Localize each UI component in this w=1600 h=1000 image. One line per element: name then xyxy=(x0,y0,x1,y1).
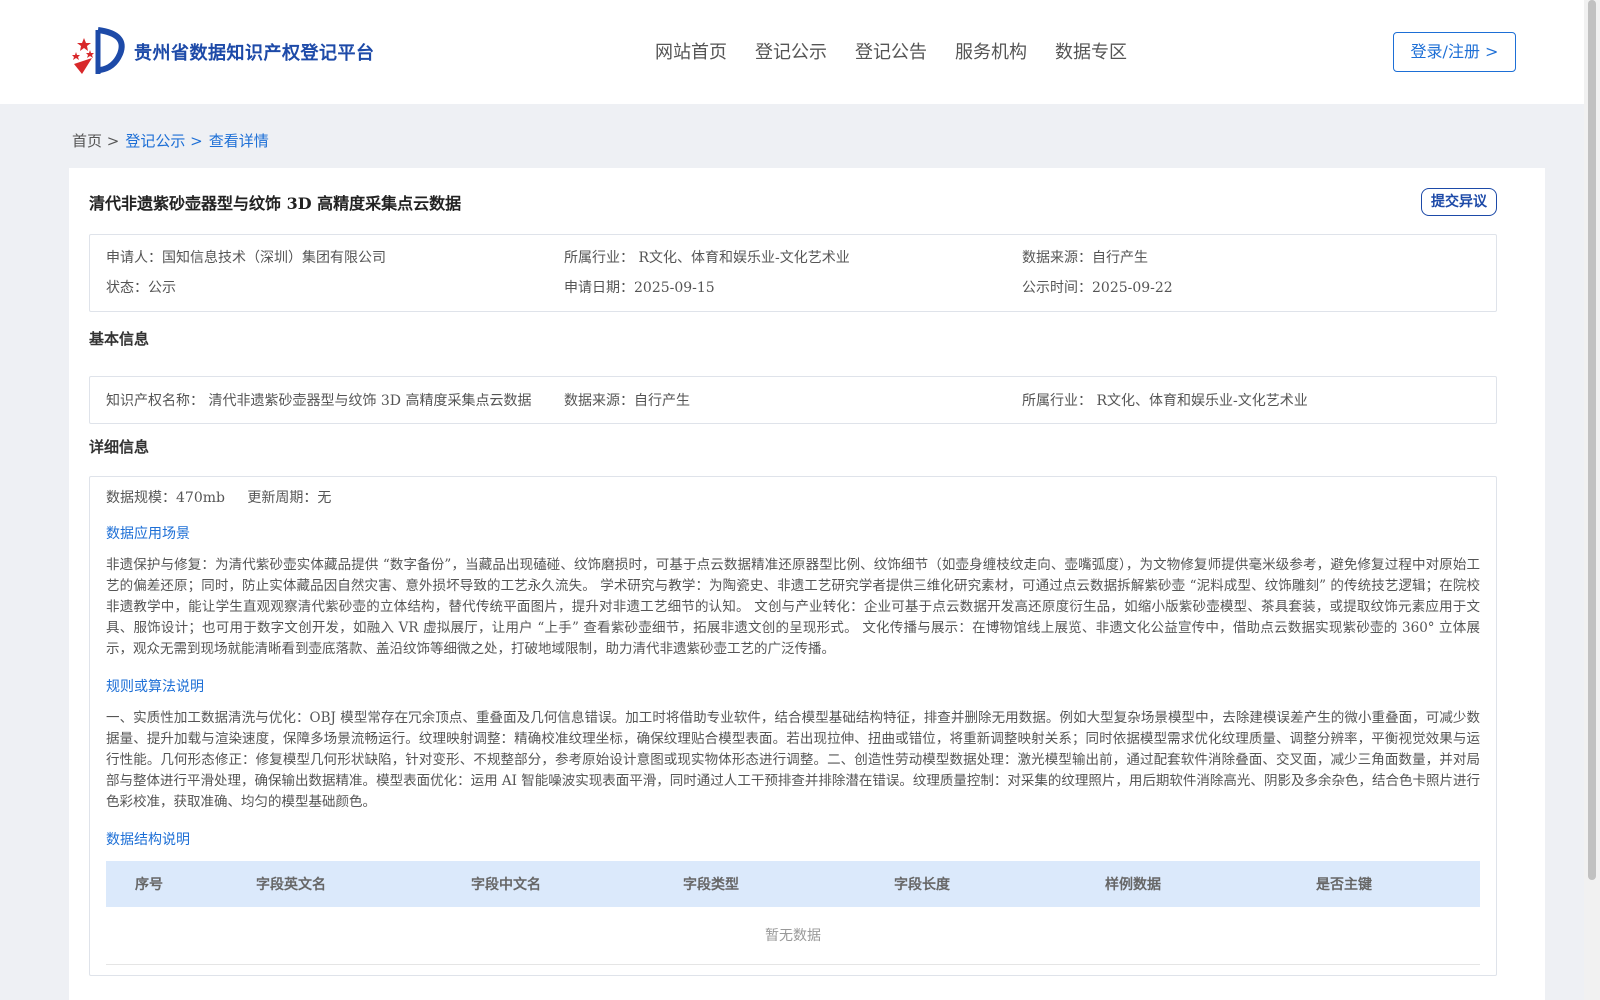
page-scrollbar[interactable] xyxy=(1584,0,1600,1000)
structure-table-header: 序号 字段英文名 字段中文名 字段类型 字段长度 样例数据 是否主键 xyxy=(106,861,1480,907)
basic-industry: 所属行业： R文化、体育和娱乐业-文化艺术业 xyxy=(1022,393,1308,409)
logo-emblem-icon xyxy=(70,24,130,80)
breadcrumb-registration-notice[interactable]: 登记公示 > xyxy=(125,130,202,151)
update-cycle: 更新周期：无 xyxy=(247,490,332,506)
site-title: 贵州省数据知识产权登记平台 xyxy=(134,43,375,64)
breadcrumb-home[interactable]: 首页 > xyxy=(72,130,119,151)
site-logo[interactable]: 贵州省数据知识产权登记平台 xyxy=(70,24,375,80)
data-stats: 数据规模：470mb 更新周期：无 xyxy=(106,487,1480,507)
detail-info-box: 数据规模：470mb 更新周期：无 数据应用场景 非遗保护与修复：为清代紫砂壶实… xyxy=(89,476,1497,976)
ip-name: 知识产权名称： 清代非遗紫砂壶器型与纹饰 3D 高精度采集点云数据 xyxy=(106,393,532,409)
apply-date: 申请日期：2025-09-15 xyxy=(564,280,715,296)
nav-home[interactable]: 网站首页 xyxy=(655,38,727,64)
nav-registration-announcement[interactable]: 登记公告 xyxy=(855,38,927,64)
basic-info-box: 知识产权名称： 清代非遗紫砂壶器型与纹饰 3D 高精度采集点云数据 数据来源：自… xyxy=(89,376,1497,424)
col-field-type: 字段类型 xyxy=(683,877,739,893)
col-english-name: 字段英文名 xyxy=(256,877,326,893)
detail-info-heading: 详细信息 xyxy=(89,438,150,456)
industry: 所属行业： R文化、体育和娱乐业-文化艺术业 xyxy=(564,250,850,266)
publish-date: 公示时间：2025-09-22 xyxy=(1022,280,1173,296)
scenario-heading: 数据应用场景 xyxy=(106,526,190,542)
structure-heading: 数据结构说明 xyxy=(106,832,190,848)
col-field-length: 字段长度 xyxy=(894,877,950,893)
rules-text: 一、实质性加工数据清洗与优化：OBJ 模型常存在冗余顶点、重叠面及几何信息错误。… xyxy=(106,710,1480,810)
scrollbar-thumb[interactable] xyxy=(1588,0,1596,880)
summary-box: 申请人：国知信息技术（深圳）集团有限公司 所属行业： R文化、体育和娱乐业-文化… xyxy=(89,234,1497,312)
submit-objection-button[interactable]: 提交异议 xyxy=(1421,188,1497,216)
status: 状态：公示 xyxy=(106,280,176,296)
breadcrumb-current: 查看详情 xyxy=(208,132,269,150)
record-title: 清代非遗紫砂壶器型与纹饰 3D 高精度采集点云数据 xyxy=(89,194,462,213)
nav-data-zone[interactable]: 数据专区 xyxy=(1055,38,1127,64)
basic-data-source: 数据来源：自行产生 xyxy=(564,393,690,409)
rules-heading: 规则或算法说明 xyxy=(106,679,204,695)
table-empty-state: 暂无数据 xyxy=(106,907,1480,965)
login-register-button[interactable]: 登录/注册 > xyxy=(1393,32,1516,72)
data-source: 数据来源：自行产生 xyxy=(1022,250,1148,266)
detail-card: 清代非遗紫砂壶器型与纹饰 3D 高精度采集点云数据 提交异议 申请人：国知信息技… xyxy=(69,168,1545,1000)
col-chinese-name: 字段中文名 xyxy=(471,877,541,893)
col-index: 序号 xyxy=(135,877,163,893)
data-scale: 数据规模：470mb xyxy=(106,490,225,506)
scenario-text: 非遗保护与修复：为清代紫砂壶实体藏品提供 “数字备份”，当藏品出现磕碰、纹饰磨损… xyxy=(106,557,1480,657)
nav-service-agencies[interactable]: 服务机构 xyxy=(955,38,1027,64)
col-primary-key: 是否主键 xyxy=(1316,877,1372,893)
nav-registration-notice[interactable]: 登记公示 xyxy=(755,38,827,64)
applicant: 申请人：国知信息技术（深圳）集团有限公司 xyxy=(106,250,386,266)
basic-info-heading: 基本信息 xyxy=(89,330,150,348)
breadcrumb: 首页 > 登记公示 > 查看详情 xyxy=(72,130,275,151)
top-header: 贵州省数据知识产权登记平台 网站首页 登记公示 登记公告 服务机构 数据专区 登… xyxy=(0,0,1584,104)
col-sample-data: 样例数据 xyxy=(1105,877,1161,893)
main-nav: 网站首页 登记公示 登记公告 服务机构 数据专区 xyxy=(655,38,1155,64)
